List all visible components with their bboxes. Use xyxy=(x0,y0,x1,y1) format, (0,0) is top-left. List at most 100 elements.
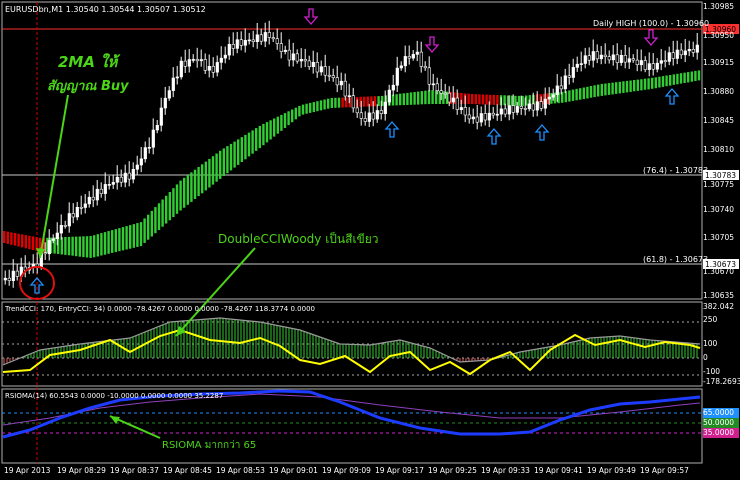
up-arrow-icon xyxy=(486,128,502,145)
ma-band-bar xyxy=(586,86,589,99)
candle-body xyxy=(151,129,155,148)
ma-band-bar xyxy=(24,235,27,249)
time-axis-label: 19 Apr 09:57 xyxy=(640,466,689,475)
candle-body xyxy=(259,34,263,42)
candle-body xyxy=(323,66,327,76)
candle-body xyxy=(567,75,571,78)
ma-band-bar xyxy=(197,167,200,197)
price-tick: 1.30845 xyxy=(703,116,735,125)
candle-body xyxy=(183,60,187,67)
ma-band-bar xyxy=(427,90,431,105)
candle-body xyxy=(691,48,695,53)
candle-body xyxy=(147,147,151,149)
candle-body xyxy=(415,51,419,55)
ma-band-bar xyxy=(129,225,132,249)
candle-body xyxy=(459,107,463,111)
candle-body xyxy=(355,107,359,114)
ma-band-bar xyxy=(341,97,344,108)
ma-band-bar xyxy=(96,234,99,257)
candle-body xyxy=(211,66,215,73)
candle-body xyxy=(535,101,539,111)
candle-body xyxy=(523,108,527,110)
ma-band-bar xyxy=(643,78,647,90)
candle-body xyxy=(651,63,655,70)
time-axis-label: 19 Apr 08:45 xyxy=(163,466,212,475)
candle-body xyxy=(327,74,331,77)
ma-band-bar xyxy=(157,203,161,230)
candle-body xyxy=(99,188,103,194)
ma-band-bar xyxy=(298,105,301,117)
ma-band-bar xyxy=(672,74,675,85)
candle-body xyxy=(403,56,407,67)
ma-band-bar xyxy=(219,150,222,179)
up-arrow-icon xyxy=(384,121,400,138)
candle-body xyxy=(95,188,99,201)
ma-band-bar xyxy=(17,233,20,247)
ma-band-bar xyxy=(575,88,578,101)
candle-body xyxy=(215,62,219,73)
rsioma-panel-frame xyxy=(1,388,703,464)
candle-body xyxy=(227,43,231,56)
candle-body xyxy=(379,110,383,115)
ma-band-bar xyxy=(107,231,110,254)
ma-band-bar xyxy=(373,96,377,107)
ma-band-bar xyxy=(60,237,63,255)
ma-band-bar xyxy=(132,224,135,248)
ma-band-bar xyxy=(64,237,67,255)
ma-band-bar xyxy=(661,76,665,87)
candle-body xyxy=(363,118,367,122)
ma-band-bar xyxy=(229,143,233,171)
candle-body xyxy=(55,232,59,239)
price-tick: 1.30915 xyxy=(703,58,735,67)
candle-body xyxy=(695,44,699,53)
ma-band-bar xyxy=(82,236,85,258)
ma-band-bar xyxy=(67,236,71,256)
candle-body xyxy=(279,43,283,52)
up-arrow-icon xyxy=(664,88,680,105)
candle-body xyxy=(531,103,535,111)
candle-body xyxy=(667,52,671,62)
ma-band-bar xyxy=(406,92,409,105)
candle-body xyxy=(263,32,267,42)
candle-body xyxy=(231,43,235,49)
candle-body xyxy=(583,55,587,64)
candle-body xyxy=(191,59,195,61)
ma-annotation-pointer xyxy=(39,94,69,259)
ma-band-bar xyxy=(654,77,657,89)
candle-body xyxy=(335,77,339,86)
candle-body xyxy=(103,184,107,194)
cci-scale-tick: 382.042 xyxy=(703,302,735,311)
candle-body xyxy=(243,39,247,46)
ma-band-bar xyxy=(222,148,225,176)
candle-body xyxy=(123,172,127,183)
candle-body xyxy=(87,196,91,205)
candle-body xyxy=(467,114,471,120)
candle-body xyxy=(483,113,487,121)
ma-band-bar xyxy=(417,91,420,105)
ma-band-bar xyxy=(147,214,150,240)
candle-body xyxy=(591,51,595,61)
candle-body xyxy=(315,61,319,73)
candle-body xyxy=(207,66,211,71)
ma-band-bar xyxy=(161,199,164,227)
candle-body xyxy=(251,39,255,43)
candle-body xyxy=(383,101,387,114)
ma-band-bar xyxy=(496,95,499,105)
fib-618-label: (61.8) - 1.30673 xyxy=(643,255,709,264)
ma-band-bar xyxy=(143,218,146,243)
candle-body xyxy=(635,59,639,65)
ma-band-bar xyxy=(615,82,618,94)
candle-body xyxy=(67,213,71,227)
candle-body xyxy=(687,48,691,52)
ma-band-bar xyxy=(679,73,683,84)
ma-band-bar xyxy=(687,72,690,83)
ma-band-bar xyxy=(399,93,402,106)
candle-body xyxy=(547,96,551,100)
candle-body xyxy=(167,90,171,99)
ma-band-bar xyxy=(255,128,258,151)
candle-body xyxy=(311,61,315,67)
candle-body xyxy=(7,277,11,281)
ma-band-bar xyxy=(337,97,341,108)
candle-body xyxy=(179,60,183,78)
candle-body xyxy=(159,107,163,126)
